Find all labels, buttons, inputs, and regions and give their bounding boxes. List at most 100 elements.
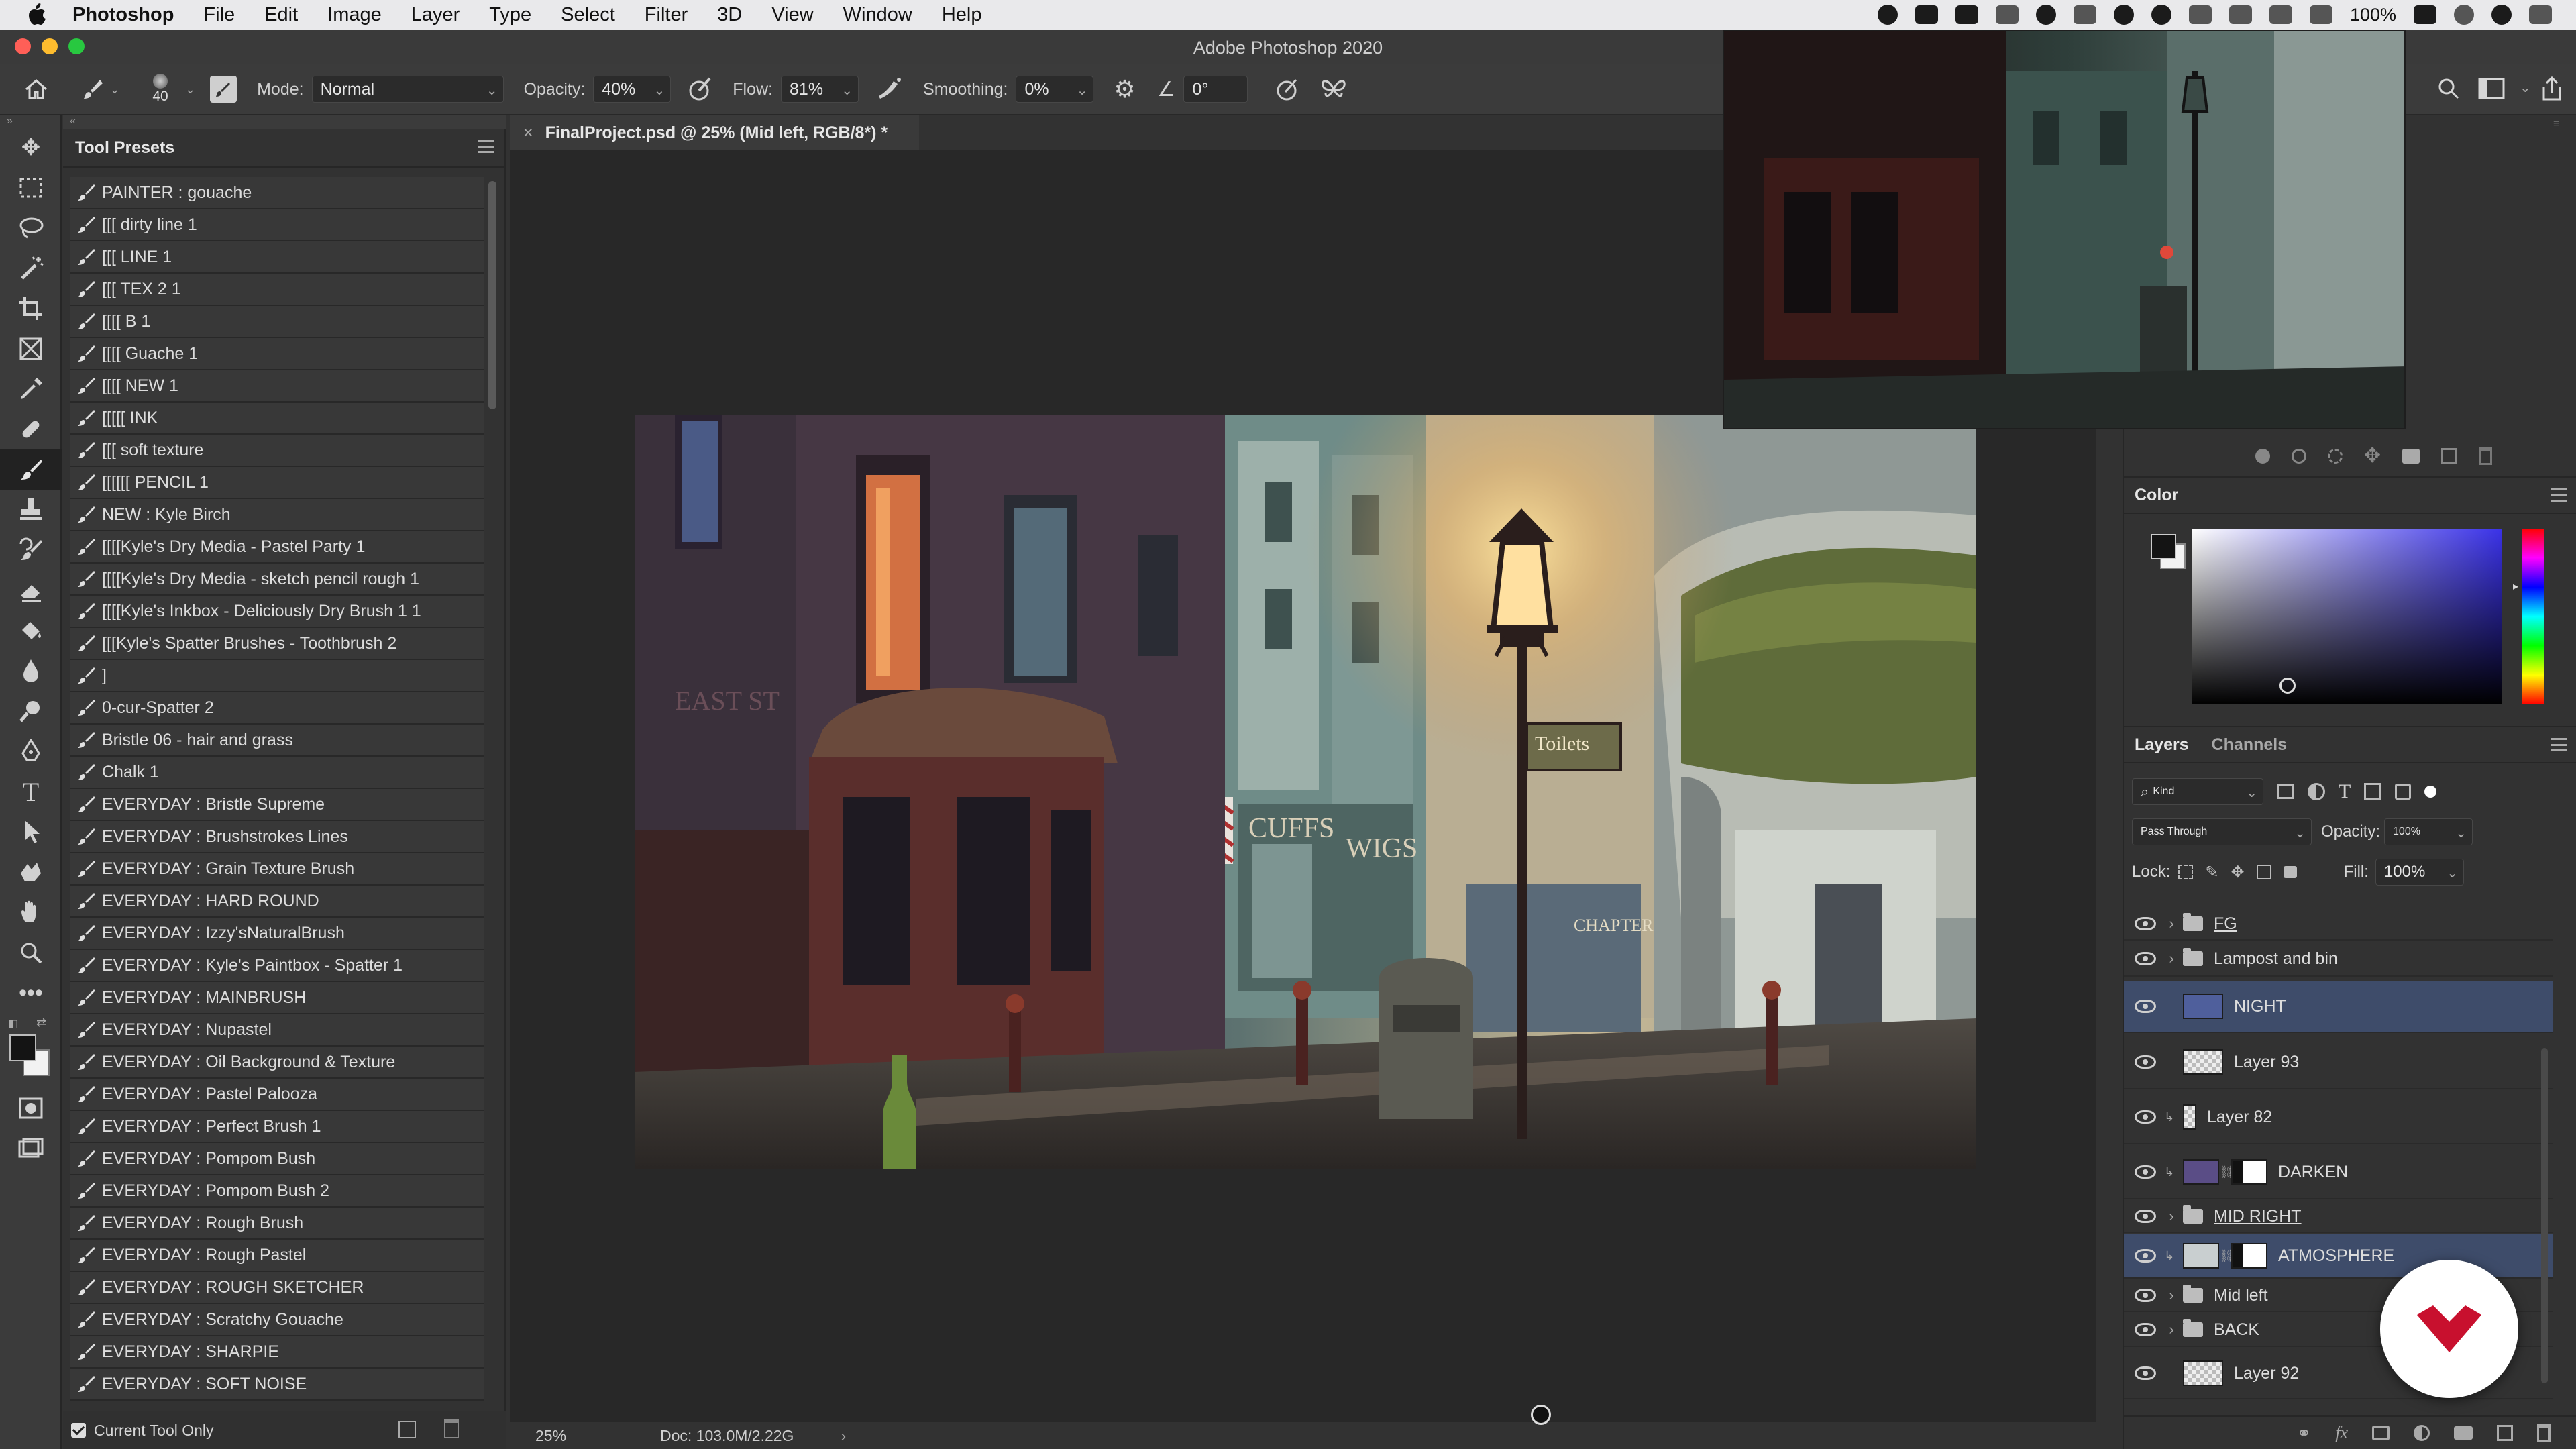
swap-colors-icon[interactable]: ⇄ [36,1016,46,1030]
battery-icon[interactable] [2414,5,2436,24]
preset-item[interactable]: EVERYDAY : Oil Background & Texture [70,1046,484,1079]
notification-center-icon[interactable] [2529,5,2552,24]
type-tool[interactable]: T [0,771,62,812]
pixel-filter-icon[interactable] [2277,784,2294,799]
blend-mode-select[interactable]: Pass Through ⌄ [2132,818,2312,845]
record-icon[interactable] [1877,5,1898,25]
menu-filter[interactable]: Filter [645,4,688,26]
preset-item[interactable]: [[[[ NEW 1 [70,370,484,402]
dodge-tool[interactable] [0,691,62,731]
lock-artboard-icon[interactable] [2256,865,2271,879]
preset-item[interactable]: [[[[Kyle's Inkbox - Deliciously Dry Brus… [70,596,484,628]
add-mask-icon[interactable] [2372,1426,2390,1440]
dropbox-icon[interactable] [1955,5,1978,24]
preset-item[interactable]: EVERYDAY : HARD ROUND [70,885,484,918]
fill-field[interactable]: 100% ⌄ [2375,859,2464,885]
preset-item[interactable]: [[[ LINE 1 [70,241,484,274]
preset-item[interactable]: 0-cur-Spatter 2 [70,692,484,724]
visibility-eye-icon[interactable] [2135,1110,2156,1124]
brush-settings-panel-icon[interactable] [210,76,237,103]
preset-item[interactable]: EVERYDAY : Pastel Palooza [70,1079,484,1111]
menu-photoshop[interactable]: Photoshop [72,4,174,26]
panel-menu-icon[interactable] [2551,488,2567,502]
preset-item[interactable]: [[[[[ INK [70,402,484,435]
presets-scrollbar[interactable] [488,177,498,1449]
preset-item[interactable]: EVERYDAY : Nupastel [70,1014,484,1046]
layer-row[interactable]: ↳ ⛓ DARKEN [2124,1146,2553,1199]
airplay-icon[interactable] [2188,5,2212,24]
expand-chevron-icon[interactable]: › [2164,1287,2179,1304]
menu-view[interactable]: View [771,4,813,26]
visibility-eye-icon[interactable] [2135,1055,2156,1069]
canvas-painting[interactable]: CUFFS WIGS CHAPTER EAST ST Toilets [635,415,1976,1169]
filled-circle-icon[interactable] [2255,448,2270,464]
share-icon[interactable] [2540,75,2564,102]
magic-wand-tool[interactable] [0,248,62,288]
trash-icon[interactable] [2479,447,2493,465]
chevron-down-icon[interactable]: ⌄ [2520,79,2531,96]
visibility-eye-icon[interactable] [2135,952,2156,965]
preset-item[interactable]: [[[ dirty line 1 [70,209,484,241]
new-group-folder-icon[interactable] [2454,1426,2473,1440]
globe-icon[interactable] [2113,5,2134,25]
layer-row[interactable]: › MID RIGHT [2124,1201,2553,1233]
lock-transparent-icon[interactable] [2178,865,2194,879]
symmetry-butterfly-icon[interactable] [1313,76,1354,103]
angle-field[interactable]: 0° [1183,76,1248,103]
layer-style-fx-icon[interactable]: fx [2335,1423,2348,1443]
lock-pixels-brush-icon[interactable]: ✎ [2205,863,2218,882]
display-icon[interactable] [1995,5,2019,24]
tab-layers[interactable]: Layers [2135,735,2189,755]
menu-3d[interactable]: 3D [717,4,742,26]
preset-item[interactable]: EVERYDAY : Izzy'sNaturalBrush [70,918,484,950]
outline-circle-icon[interactable] [2292,448,2306,464]
blur-tool[interactable] [0,651,62,691]
layer-row[interactable]: ↳ Layer 82 [2124,1091,2553,1144]
drive-icon[interactable] [2073,5,2096,24]
preset-item[interactable]: [[[[ B 1 [70,306,484,338]
wd-drive-icon[interactable] [1915,5,1938,24]
preset-item[interactable]: NEW : Kyle Birch [70,499,484,531]
mask-icon[interactable] [2402,448,2420,464]
lock-all-icon[interactable] [2283,866,2297,878]
expand-chevron-icon[interactable]: › [2164,950,2179,967]
visibility-eye-icon[interactable] [2135,1165,2156,1179]
home-icon[interactable] [16,78,56,101]
new-preset-icon[interactable] [398,1421,416,1438]
layer-filter-kind-select[interactable]: ⌕ Kind ⌄ [2132,778,2263,805]
brush-tool-preset-icon[interactable]: ⌄ [76,76,123,103]
adjustment-layer-icon[interactable] [2414,1425,2430,1441]
marquee-tool[interactable] [0,168,62,208]
visibility-eye-icon[interactable] [2135,1249,2156,1263]
trash-icon[interactable] [444,1419,459,1438]
preset-item[interactable]: [[[[Kyle's Dry Media - Pastel Party 1 [70,531,484,564]
pen-tool[interactable] [0,731,62,771]
siri-icon[interactable] [2491,5,2512,25]
frame-tool[interactable] [0,329,62,369]
default-colors-icon[interactable]: ◧ [8,1017,18,1030]
reference-photo-window[interactable] [1723,30,2406,429]
custom-shape-tool[interactable] [0,852,62,892]
search-icon[interactable] [2436,76,2461,101]
menu-file[interactable]: File [203,4,235,26]
screen-mode-button[interactable] [0,1128,62,1169]
preset-item[interactable]: ] [70,660,484,692]
layer-row[interactable]: NIGHT [2124,981,2553,1033]
foreground-color-swatch[interactable] [9,1034,36,1061]
preset-item[interactable]: EVERYDAY : Pompom Bush 2 [70,1175,484,1208]
preset-item[interactable]: EVERYDAY : Scratchy Gouache [70,1304,484,1336]
preset-item[interactable]: EVERYDAY : ROUGH SKETCHER [70,1272,484,1304]
shape-filter-icon[interactable] [2364,783,2382,800]
type-filter-icon[interactable]: T [2339,780,2351,803]
preset-item[interactable]: EVERYDAY : Grain Texture Brush [70,853,484,885]
preset-item[interactable]: [[[ TEX 2 1 [70,274,484,306]
airbrush-icon[interactable] [869,76,910,103]
color-picker-cursor[interactable] [2279,678,2296,694]
menu-image[interactable]: Image [327,4,382,26]
chevron-down-icon[interactable]: ⌄ [185,83,195,97]
dashed-circle-icon[interactable] [2328,448,2343,464]
adjustment-filter-icon[interactable] [2308,783,2325,800]
clone-stamp-tool[interactable] [0,490,62,530]
preset-item[interactable]: PAINTER : gouache [70,177,484,209]
scrollbar-thumb[interactable] [488,181,496,409]
